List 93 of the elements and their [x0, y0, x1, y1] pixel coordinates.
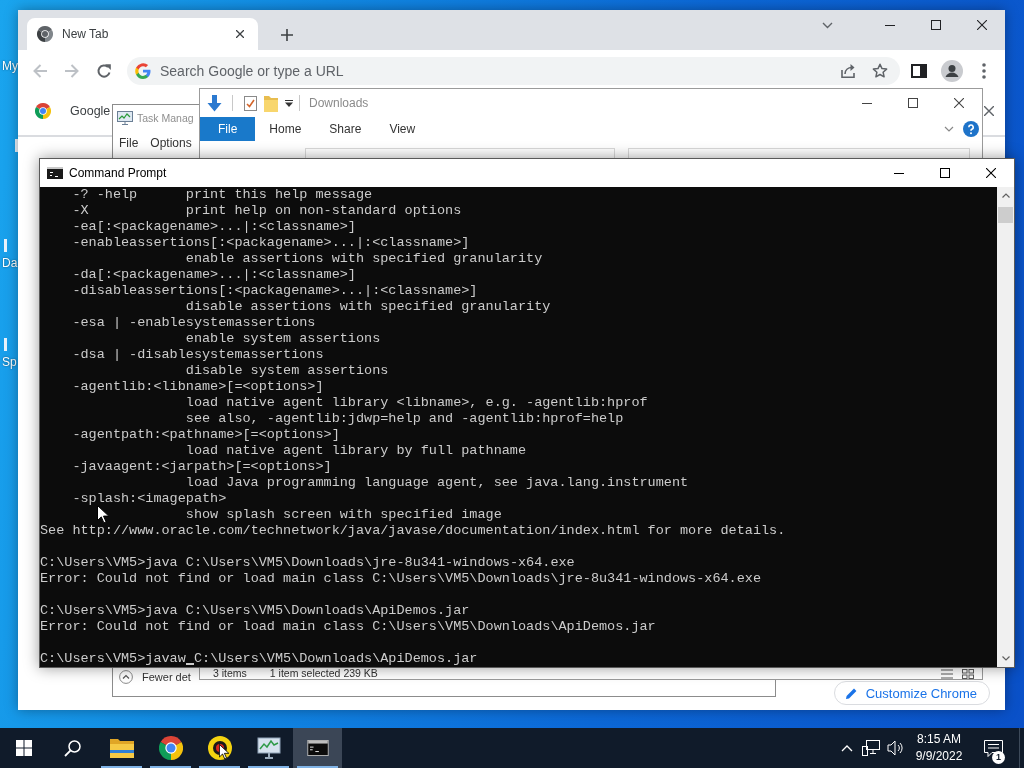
folder-icon: [109, 738, 134, 758]
maximize-icon[interactable]: [931, 20, 941, 30]
console-line: See http://www.oracle.com/technetwork/java/javase/documentation/index.html for more details.: [40, 523, 786, 539]
down-arrow-icon[interactable]: [207, 94, 222, 112]
console-line: -X print help on non-standard options: [72, 203, 462, 219]
maximize-icon[interactable]: [940, 168, 950, 178]
close-icon[interactable]: [236, 30, 244, 38]
details-view-icon[interactable]: [941, 668, 953, 679]
console-line: -agentlib:<libname>[=<options>]: [72, 379, 324, 395]
address-bar[interactable]: Search Google or type a URL: [127, 57, 900, 85]
browser-tab[interactable]: New Tab: [27, 18, 258, 50]
maximize-icon[interactable]: [908, 98, 918, 108]
windows-logo-icon[interactable]: [16, 740, 32, 756]
g-logo-icon: [135, 63, 151, 79]
notification-count-badge: 1: [992, 751, 1005, 764]
console-line: enable system assertions: [185, 331, 381, 347]
console-line: show splash screen with specified image: [185, 507, 502, 523]
console-line: see also, -agentlib:jdwp=help and -agentlib:hprof=help: [185, 411, 624, 427]
window-title: Command Prompt: [69, 166, 167, 180]
scrollbar-thumb[interactable]: [998, 207, 1013, 223]
console-line: -da[:<packagename>...|:<classname>]: [72, 267, 356, 283]
browser-logo-icon: [35, 103, 51, 119]
taskbar-button[interactable]: [293, 728, 342, 768]
chevron-down-icon[interactable]: [821, 21, 833, 29]
console-line: C:\Users\VM5>java C:\Users\VM5\Downloads\ApiDemos.jar: [40, 603, 470, 619]
menu-icon[interactable]: [982, 63, 986, 79]
clock-time[interactable]: 8:15 AM: [917, 731, 961, 748]
avatar-icon[interactable]: [941, 60, 963, 82]
console-line: -dsa | -disablesystemassertions: [72, 347, 324, 363]
monitor-graph-icon: [256, 737, 281, 759]
menu-item[interactable]: File: [113, 136, 145, 150]
monitor-graph-icon: [117, 111, 133, 125]
minimize-icon[interactable]: [885, 24, 895, 26]
network-icon[interactable]: [862, 740, 880, 756]
console-line: -esa | -enablesystemassertions: [72, 315, 316, 331]
ribbon-tab[interactable]: Home: [255, 117, 316, 141]
console-line: -enableassertions[:<packagename>...|:<classname>]: [72, 235, 470, 251]
side-panel-icon[interactable]: [911, 64, 927, 78]
status-text: 1 item selected 239 KB: [269, 668, 378, 679]
scrollbar[interactable]: [997, 187, 1014, 667]
close-icon[interactable]: [984, 106, 994, 116]
console-line: C:\Users\VM5>javaw C:\Users\VM5\Downloads\ApiDemos.jar: [40, 651, 478, 667]
customize-chrome-button[interactable]: Customize Chrome: [833, 681, 990, 705]
help-icon[interactable]: [963, 121, 979, 137]
close-icon[interactable]: [954, 98, 964, 108]
ribbon-tab[interactable]: File: [200, 117, 256, 141]
ribbon-tab[interactable]: View: [375, 117, 430, 141]
caret-icon[interactable]: [285, 99, 293, 107]
large-icons-view-icon[interactable]: [962, 668, 974, 679]
terminal-icon: [47, 167, 63, 179]
reload-icon[interactable]: [96, 63, 112, 79]
window-title: Downloads: [309, 96, 369, 110]
console-line: load native agent library by full pathname: [185, 443, 527, 459]
chevron-down-icon[interactable]: [944, 126, 954, 132]
terminal-icon: [306, 740, 329, 756]
console-line: enable assertions with specified granularity: [185, 251, 543, 267]
ribbon-tab[interactable]: Share: [315, 117, 376, 141]
console-line: load Java programming language agent, see java.lang.instrument: [185, 475, 689, 491]
star-icon[interactable]: [872, 63, 888, 79]
console-line: -? -help print this help message: [72, 187, 373, 203]
scroll-down-icon[interactable]: [1001, 656, 1010, 661]
mouse-pointer-icon: [219, 744, 229, 760]
console-line: disable assertions with specified granularity: [185, 299, 551, 315]
console-line: -ea[:<packagename>...|:<classname>]: [72, 219, 356, 235]
fewer-details-button[interactable]: Fewer det: [142, 670, 191, 684]
console-line: Error: Could not find or load main class C:\Users\VM5\Downloads\ApiDemos.jar: [40, 619, 656, 635]
share-icon[interactable]: [840, 63, 856, 79]
menu-item[interactable]: Options: [144, 136, 198, 150]
clock-date[interactable]: 9/9/2022: [915, 748, 963, 765]
pencil-icon: [844, 686, 858, 700]
console-line: load native agent library <libname>, e.g. -agentlib:hprof: [185, 395, 648, 411]
search-icon[interactable]: [63, 739, 81, 757]
infobar-text: Google: [70, 104, 111, 118]
status-text: 3 items: [213, 668, 247, 679]
checklist-icon[interactable]: [244, 95, 257, 111]
minimize-icon[interactable]: [894, 172, 904, 174]
console-line: -splash:<imagepath>: [72, 491, 227, 507]
console-line: -agentpath:<pathname>[=<options>]: [72, 427, 340, 443]
minimize-icon[interactable]: [862, 102, 872, 104]
close-icon[interactable]: [986, 168, 996, 178]
console-line: disable system assertions: [185, 363, 389, 379]
console-line: -javaagent:<jarpath>[=<options>]: [72, 459, 332, 475]
window-title: Task Manag: [137, 112, 194, 124]
new-tab-icon[interactable]: [281, 29, 293, 41]
console-line: C:\Users\VM5>java C:\Users\VM5\Downloads\jre-8u341-windows-x64.exe: [40, 555, 575, 571]
volume-icon[interactable]: [886, 740, 904, 756]
close-icon[interactable]: [977, 20, 987, 30]
console-line: Error: Could not find or load main class C:\Users\VM5\Downloads\jre-8u341-windows-x64.exe: [40, 571, 762, 587]
browser-logo-icon: [158, 736, 183, 760]
scroll-up-icon[interactable]: [1001, 193, 1010, 198]
browser-logo-icon: [37, 26, 53, 42]
mouse-pointer-icon: [97, 505, 109, 524]
console-line: -disableassertions[:<packagename>...|:<classname>]: [72, 283, 478, 299]
